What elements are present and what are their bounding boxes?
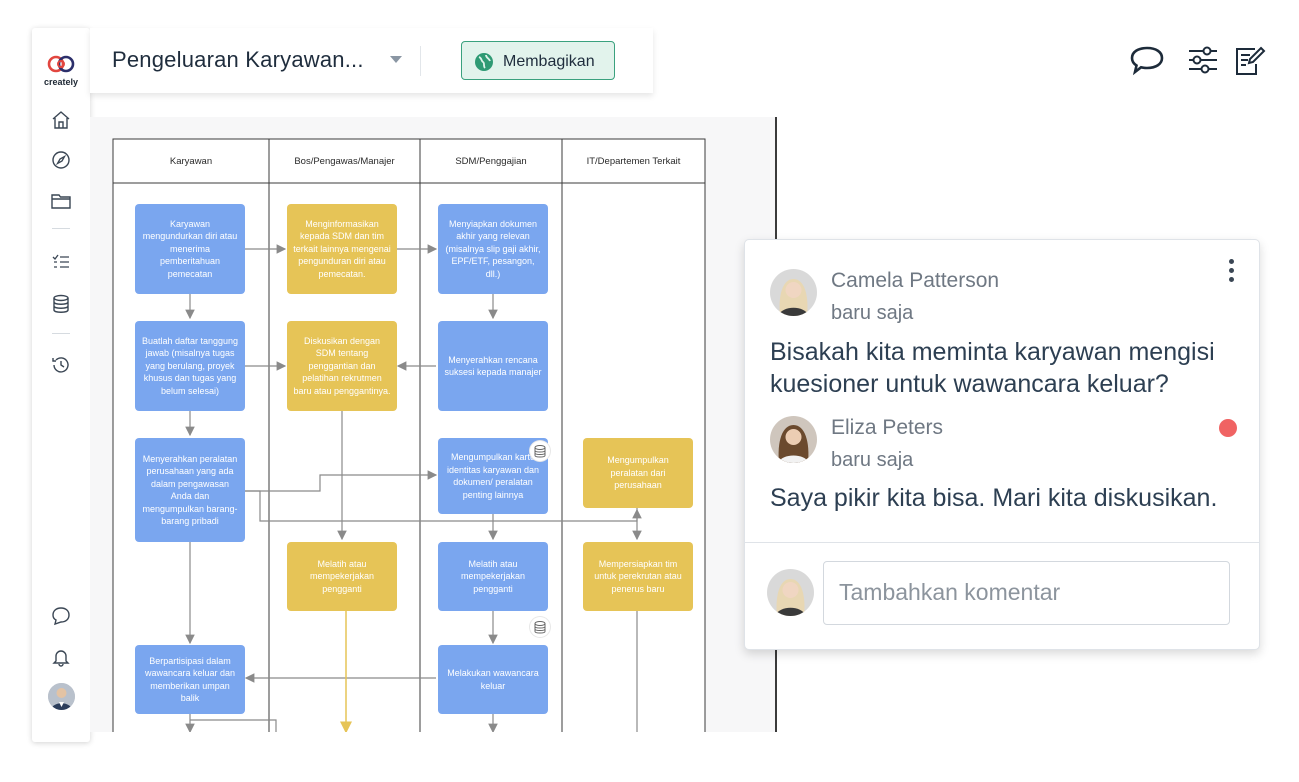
lane-header: Karyawan <box>169 155 213 167</box>
comment-timestamp: baru saja <box>831 302 914 324</box>
comment-thread-panel: Camela Patterson baru saja Bisakah kita … <box>744 239 1260 650</box>
left-sidebar: creately <box>32 28 90 742</box>
flow-node[interactable]: Melatih atau mempekerjakan pengganti <box>287 542 397 611</box>
comment-text-line: Bisakah kita meminta karyawan mengisi <box>770 338 1215 366</box>
flow-node[interactable]: Buatlah daftar tanggung jawab (misalnya … <box>135 321 245 411</box>
history-icon[interactable] <box>49 353 73 377</box>
share-button[interactable]: Membagikan <box>461 41 615 80</box>
bell-icon[interactable] <box>49 645 73 669</box>
database-icon[interactable] <box>530 441 550 461</box>
flow-node[interactable]: Melakukan wawancara keluar <box>438 645 548 714</box>
database-icon[interactable] <box>530 617 550 637</box>
flow-node[interactable]: Menyerahkan peralatan perusahaan yang ad… <box>135 438 245 542</box>
document-title-bar: Pengeluaran Karyawan... Membagikan <box>90 28 653 93</box>
database-icon[interactable] <box>49 292 73 316</box>
chat-icon[interactable] <box>49 604 73 628</box>
flow-node[interactable]: Menginformasikan kepada SDM dan tim terk… <box>287 204 397 294</box>
comment-text-line: kuesioner untuk wawancara keluar? <box>770 370 1169 398</box>
comment-author-name: Camela Patterson <box>831 269 1000 292</box>
diagram-canvas[interactable]: Karyawan Bos/Pengawas/Manajer SDM/Pengga… <box>90 117 776 732</box>
share-button-label: Membagikan <box>503 53 595 70</box>
chevron-down-icon[interactable] <box>390 56 402 63</box>
comment-divider <box>745 542 1259 543</box>
flow-node[interactable]: Menyerahkan rencana suksesi kepada manaj… <box>438 321 548 411</box>
comment-author-name: Eliza Peters <box>831 416 944 439</box>
lane-header: IT/Departemen Terkait <box>586 155 681 167</box>
sidebar-divider <box>52 228 70 229</box>
compass-icon[interactable] <box>49 148 73 172</box>
flow-node[interactable]: Berpartisipasi dalam wawancara keluar da… <box>135 645 245 714</box>
comment-text: Saya pikir kita bisa. Mari kita diskusik… <box>770 484 1218 512</box>
comment-author-avatar <box>770 269 817 316</box>
lane-header: Bos/Pengawas/Manajer <box>294 155 395 167</box>
checklist-icon[interactable] <box>49 250 73 274</box>
toolbar-divider <box>420 46 421 76</box>
document-title[interactable]: Pengeluaran Karyawan... <box>112 47 364 73</box>
folder-icon[interactable] <box>49 189 73 213</box>
flow-node[interactable]: Mempersiapkan tim untuk perekrutan atau … <box>583 542 693 611</box>
flow-node[interactable]: Menyiapkan dokumen akhir yang relevan (m… <box>438 204 548 294</box>
globe-icon <box>475 53 493 71</box>
current-user-avatar <box>767 569 814 616</box>
comment-timestamp: baru saja <box>831 449 914 471</box>
comment-author-avatar <box>770 416 817 463</box>
logo-text: creately <box>43 77 79 87</box>
flow-node[interactable]: Mengumpulkan peralatan dari perusahaan <box>583 438 693 508</box>
home-icon[interactable] <box>49 108 73 132</box>
comment-text: Bisakah kita meminta karyawan mengisi ku… <box>770 336 1215 400</box>
comment-icon[interactable] <box>1129 44 1165 81</box>
flow-node[interactable]: Diskusikan dengan SDM tentang penggantia… <box>287 321 397 411</box>
unread-indicator <box>1219 419 1237 437</box>
filter-sliders-icon[interactable] <box>1187 44 1219 81</box>
sidebar-divider <box>52 333 70 334</box>
add-comment-input[interactable]: Tambahkan komentar <box>823 561 1230 625</box>
flow-node[interactable]: Melatih atau mempekerjakan pengganti <box>438 542 548 611</box>
user-avatar[interactable] <box>48 683 75 710</box>
flow-node[interactable]: Karyawan mengundurkan diri atau menerima… <box>135 204 245 294</box>
creately-logo[interactable]: creately <box>41 54 81 87</box>
lane-header: SDM/Penggajian <box>455 155 527 167</box>
edit-note-icon[interactable] <box>1234 44 1266 81</box>
creately-logo-icon <box>47 55 75 73</box>
more-options-icon[interactable] <box>1229 259 1235 286</box>
